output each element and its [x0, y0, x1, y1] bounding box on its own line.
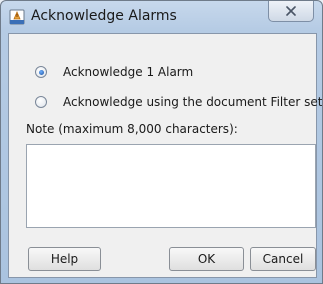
acknowledge-alarms-dialog: Acknowledge Alarms Acknowledge 1 Alarm A… — [0, 0, 323, 284]
close-button[interactable] — [268, 1, 314, 22]
option-acknowledge-filter[interactable]: Acknowledge using the document Filter se… — [35, 93, 323, 111]
help-button[interactable]: Help — [28, 247, 101, 271]
dialog-title: Acknowledge Alarms — [31, 8, 177, 24]
cancel-button[interactable]: Cancel — [250, 247, 316, 271]
note-label: Note (maximum 8,000 characters): — [26, 122, 238, 136]
option-label: Acknowledge 1 Alarm — [63, 65, 194, 79]
option-label: Acknowledge using the document Filter se… — [63, 95, 323, 109]
option-acknowledge-one[interactable]: Acknowledge 1 Alarm — [35, 63, 193, 81]
note-textarea[interactable] — [26, 144, 316, 228]
close-icon — [286, 6, 296, 16]
document-alarm-icon — [9, 9, 25, 25]
radio-button-selected[interactable] — [35, 66, 47, 78]
radio-button[interactable] — [35, 96, 47, 108]
ok-button[interactable]: OK — [169, 247, 244, 271]
title-bar[interactable]: Acknowledge Alarms — [1, 1, 322, 33]
dialog-content: Acknowledge 1 Alarm Acknowledge using th… — [8, 33, 322, 278]
